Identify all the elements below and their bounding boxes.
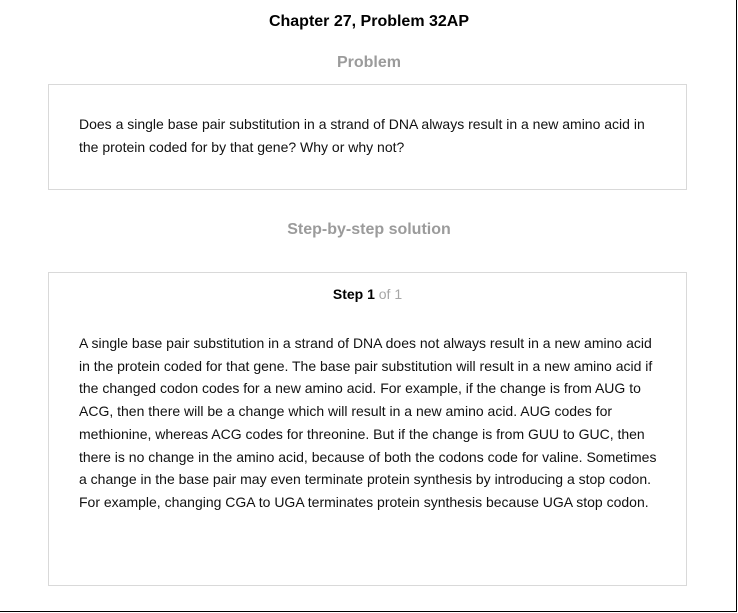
problem-box: Does a single base pair substitution in … xyxy=(48,84,687,190)
solution-text: A single base pair substitution in a str… xyxy=(79,335,657,510)
step-total-label: of 1 xyxy=(378,286,403,302)
solution-box: Step 1 of 1 A single base pair substitut… xyxy=(48,272,687,586)
step-indicator: Step 1 of 1 xyxy=(49,285,686,303)
problem-text: Does a single base pair substitution in … xyxy=(79,116,645,155)
solution-heading: Step-by-step solution xyxy=(287,221,451,238)
problem-heading: Problem xyxy=(336,54,401,71)
chapter-title: Chapter 27, Problem 32AP xyxy=(268,13,470,30)
step-number-label: Step 1 xyxy=(332,286,375,302)
